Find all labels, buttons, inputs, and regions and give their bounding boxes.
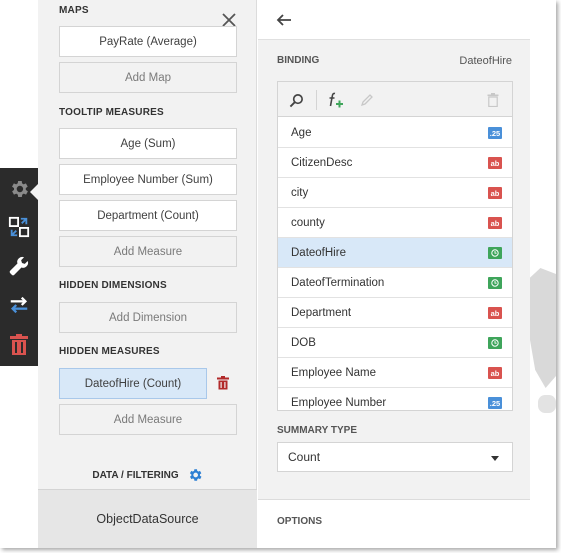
field-row-employee-name[interactable]: Employee Name ab	[278, 358, 512, 388]
options-section[interactable]: OPTIONS	[258, 499, 530, 548]
edit-icon	[360, 94, 373, 107]
summary-type-label: SUMMARY TYPE	[277, 425, 358, 436]
interactivity-tool[interactable]	[0, 286, 38, 324]
datasource-button[interactable]: ObjectDataSource	[38, 489, 257, 548]
string-type-icon: ab	[488, 217, 502, 229]
number-type-icon: .25	[488, 397, 502, 409]
field-name: county	[291, 216, 325, 229]
search-button[interactable]	[287, 91, 305, 109]
add-calculated-field-icon	[329, 92, 343, 108]
add-tooltip-measure-button[interactable]: Add Measure	[59, 236, 237, 267]
string-type-icon: ab	[488, 157, 502, 169]
field-name: Employee Number	[291, 396, 387, 409]
field-row-county[interactable]: county ab	[278, 208, 512, 238]
field-row-dob[interactable]: DOB	[278, 328, 512, 358]
number-type-icon: .25	[488, 127, 502, 139]
delete-measure-icon[interactable]	[216, 376, 230, 390]
field-selection-panel: BINDING DateofHire Age .25 CitizenDesc a…	[258, 0, 530, 548]
string-type-icon: ab	[488, 307, 502, 319]
add-hidden-measure-button[interactable]: Add Measure	[59, 404, 237, 435]
map-region-shape	[538, 395, 556, 413]
tooltip-measure-item[interactable]: Age (Sum)	[59, 128, 237, 159]
field-row-city[interactable]: city ab	[278, 178, 512, 208]
bindings-tool[interactable]	[0, 170, 39, 208]
tooltip-measures-title: TOOLTIP MEASURES	[59, 107, 164, 118]
field-list: Age .25 CitizenDesc ab city ab county ab…	[277, 81, 513, 411]
field-name: Employee Name	[291, 366, 377, 379]
add-map-button[interactable]: Add Map	[59, 62, 237, 93]
back-arrow-icon[interactable]	[276, 12, 292, 28]
panel-header	[258, 0, 530, 40]
field-name: Department	[291, 306, 352, 319]
hidden-measure-item[interactable]: DateofHire (Count)	[59, 368, 207, 399]
delete-item-tool[interactable]	[0, 326, 38, 364]
settings-gear-icon[interactable]	[187, 467, 203, 483]
map-item[interactable]: PayRate (Average)	[59, 26, 237, 57]
field-row-department[interactable]: Department ab	[278, 298, 512, 328]
data-filtering-row: DATA / FILTERING	[38, 462, 257, 488]
summary-type-value: Count	[288, 450, 321, 464]
field-row-dateoftermination[interactable]: DateofTermination	[278, 268, 512, 298]
add-calculated-field-button[interactable]	[326, 91, 344, 109]
field-row-citizendesc[interactable]: CitizenDesc ab	[278, 148, 512, 178]
add-dimension-button[interactable]: Add Dimension	[59, 302, 237, 333]
field-name: DateofTermination	[291, 276, 385, 289]
field-row-age[interactable]: Age .25	[278, 118, 512, 148]
delete-field-button[interactable]	[484, 91, 502, 109]
binding-value: DateofHire	[459, 55, 512, 67]
string-type-icon: ab	[488, 367, 502, 379]
data-filtering-label: DATA / FILTERING	[92, 469, 179, 481]
search-icon	[289, 93, 303, 107]
binding-label: BINDING	[277, 55, 320, 66]
edit-field-button[interactable]	[358, 91, 376, 109]
maps-section-title: MAPS	[59, 5, 89, 16]
hidden-dimensions-title: HIDDEN DIMENSIONS	[59, 280, 167, 291]
field-name: city	[291, 186, 309, 199]
tooltip-measure-item[interactable]: Department (Count)	[59, 200, 237, 231]
trash-icon	[10, 334, 28, 355]
convert-icon	[8, 216, 30, 238]
options-tool[interactable]	[0, 247, 38, 285]
field-name: DateofHire	[291, 246, 346, 259]
summary-type-select[interactable]: Count	[277, 442, 513, 472]
field-name: CitizenDesc	[291, 156, 353, 169]
options-label: OPTIONS	[277, 516, 323, 527]
swap-icon	[10, 296, 28, 314]
toolbar-divider	[316, 90, 317, 110]
field-list-toolbar	[278, 82, 512, 117]
field-name: Age	[291, 126, 312, 139]
chevron-down-icon	[491, 456, 499, 461]
delete-icon	[487, 93, 499, 107]
field-name: DOB	[291, 336, 316, 349]
convert-tool[interactable]	[0, 208, 38, 246]
field-rows: Age .25 CitizenDesc ab city ab county ab…	[278, 118, 512, 410]
field-row-employee-number[interactable]: Employee Number .25	[278, 388, 512, 410]
field-row-dateofhire[interactable]: DateofHire	[278, 238, 512, 268]
binding-panel: MAPS PayRate (Average) Add Map TOOLTIP M…	[38, 0, 257, 548]
gear-icon	[12, 181, 28, 197]
dashboard-designer-window: MAPS PayRate (Average) Add Map TOOLTIP M…	[0, 0, 556, 548]
date-type-icon	[488, 337, 502, 349]
item-toolbar	[0, 168, 39, 366]
date-type-icon	[488, 247, 502, 259]
string-type-icon: ab	[488, 187, 502, 199]
wrench-icon	[9, 256, 29, 276]
tooltip-measure-item[interactable]: Employee Number (Sum)	[59, 164, 237, 195]
hidden-measures-title: HIDDEN MEASURES	[59, 346, 160, 357]
date-type-icon	[488, 277, 502, 289]
